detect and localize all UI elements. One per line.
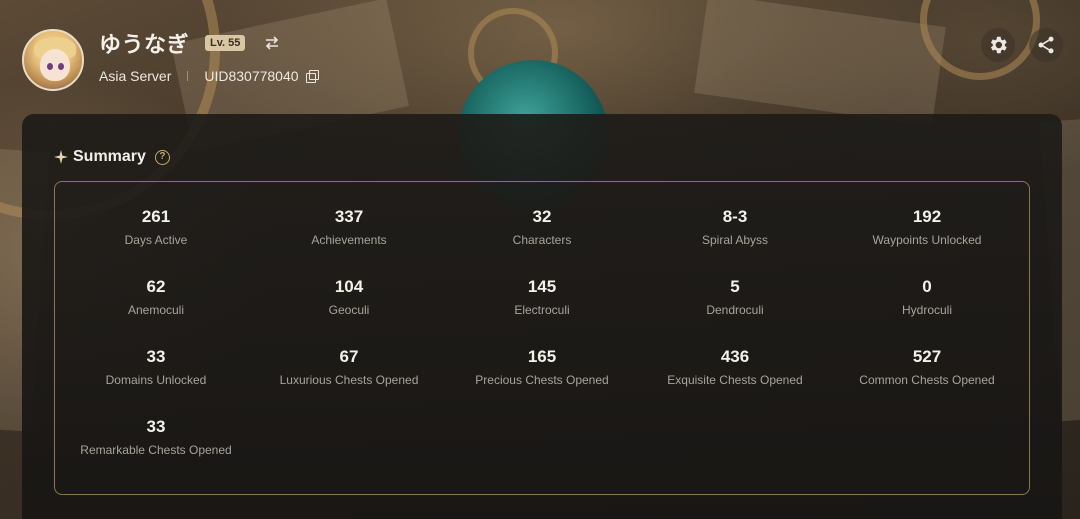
stat-item: 527 Common Chests Opened [832,347,1022,387]
stat-item: 62 Anemoculi [61,277,251,317]
uid-label: UID830778040 [204,68,299,84]
stat-item: 5 Dendroculi [640,277,830,317]
summary-card: Summary ? 261 Days Active 337 Achievements 3… [22,114,1062,519]
stat-item: 33 Domains Unlocked [61,347,251,387]
stat-value: 436 [720,347,750,366]
username: ゆうなぎ [99,32,190,57]
stat-item: 192 Waypoints Unlocked [832,207,1022,247]
share-icon [1038,36,1054,54]
stat-value: 0 [922,277,932,296]
server-label: Asia Server [99,68,172,84]
stat-value: 33 [146,417,166,436]
stat-label: Hydroculi [901,303,952,317]
stat-label: Domains Unlocked [105,373,207,387]
name-row: ゆうなぎ Lv. 55 [99,30,283,57]
stat-value: 104 [334,277,364,296]
divider [187,71,189,81]
stat-value: 62 [146,277,166,296]
stat-label: Waypoints Unlocked [872,233,982,247]
stat-item: 67 Luxurious Chests Opened [254,347,444,387]
stat-value: 165 [527,347,557,366]
stat-label: Precious Chests Opened [475,373,609,387]
stat-label: Common Chests Opened [859,373,995,387]
stat-value: 337 [334,207,364,226]
stat-label: Luxurious Chests Opened [279,373,419,387]
stats-grid: 261 Days Active 337 Achievements 32 Character… [54,181,1030,495]
stat-value: 527 [912,347,942,366]
server-info-row: Asia Server UID830778040 [99,68,319,84]
stat-item: 145 Electroculi [447,277,637,317]
stat-item: 104 Geoculi [254,277,444,317]
stat-value: 261 [141,207,171,226]
stat-value: 145 [527,277,557,296]
stat-label: Achievements [311,233,387,247]
stat-label: Dendroculi [706,303,764,317]
stat-value: 192 [912,207,942,226]
stat-value: 32 [532,207,552,226]
stat-item: 436 Exquisite Chests Opened [640,347,830,387]
stat-label: Spiral Abyss [701,233,769,247]
stat-value: 8-3 [722,207,748,226]
stat-item: 337 Achievements [254,207,444,247]
stat-item: 32 Characters [447,207,637,247]
summary-header: Summary ? [54,148,170,166]
level-badge: Lv. 55 [205,35,246,51]
stat-label: Remarkable Chests Opened [80,443,232,457]
swap-arrows-icon[interactable] [261,32,283,54]
stat-label: Geoculi [328,303,370,317]
stat-label: Characters [512,233,572,247]
stat-item: 33 Remarkable Chests Opened [61,417,251,457]
profile-header: ゆうなぎ Lv. 55 Asia Server UID830778040 [0,0,1080,110]
stat-item: 0 Hydroculi [832,277,1022,317]
question-circle-icon[interactable]: ? [154,149,170,165]
stat-value: 67 [339,347,359,366]
settings-button[interactable] [981,28,1015,62]
stat-label: Days Active [124,233,188,247]
summary-title: Summary [73,148,146,165]
stat-value: 33 [146,347,166,366]
copy-icon[interactable] [305,69,319,83]
share-button[interactable] [1029,28,1063,62]
stat-label: Electroculi [514,303,570,317]
sparkle-icon [54,150,68,164]
avatar[interactable] [22,29,84,91]
stat-value: 5 [730,277,740,296]
stat-item: 8-3 Spiral Abyss [640,207,830,247]
stat-item: 165 Precious Chests Opened [447,347,637,387]
stat-label: Exquisite Chests Opened [667,373,803,387]
gear-icon [990,36,1007,54]
stat-label: Anemoculi [127,303,185,317]
stat-item: 261 Days Active [61,207,251,247]
